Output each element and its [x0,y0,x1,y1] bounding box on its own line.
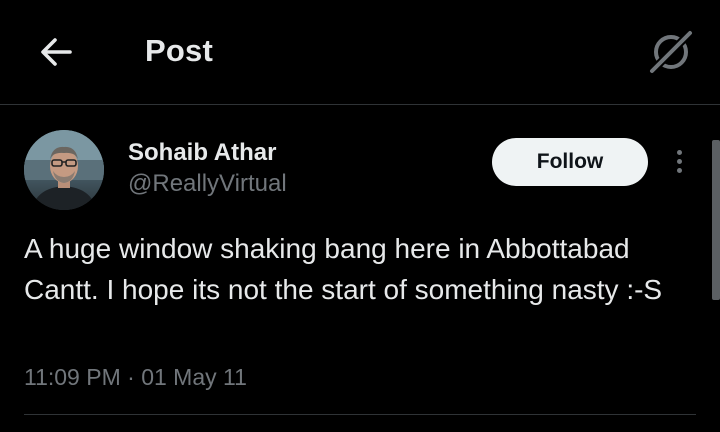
page-title: Post [145,33,213,68]
scrollbar[interactable] [712,140,720,300]
post-time: 11:09 PM [24,364,121,390]
meta-separator: · [127,364,135,390]
top-bar: Post [0,0,720,105]
author-handle[interactable]: @ReallyVirtual [128,170,287,198]
author-photo [24,130,104,210]
avatar[interactable] [24,130,104,210]
post-date: 01 May 11 [141,364,247,390]
post-timestamp[interactable]: 11:09 PM · 01 May 11 [24,364,247,391]
grok-slash-icon [649,30,693,74]
grok-button[interactable] [647,28,695,76]
more-vertical-icon [677,168,682,173]
more-options-button[interactable] [666,146,694,178]
follow-button[interactable]: Follow [492,138,648,186]
more-vertical-icon [677,150,682,155]
post-text: A huge window shaking bang here in Abbot… [24,233,663,305]
more-vertical-icon [677,159,682,164]
back-button[interactable] [36,32,76,72]
author-name[interactable]: Sohaib Athar [128,139,276,167]
divider [24,414,696,415]
arrow-left-icon [41,38,72,66]
